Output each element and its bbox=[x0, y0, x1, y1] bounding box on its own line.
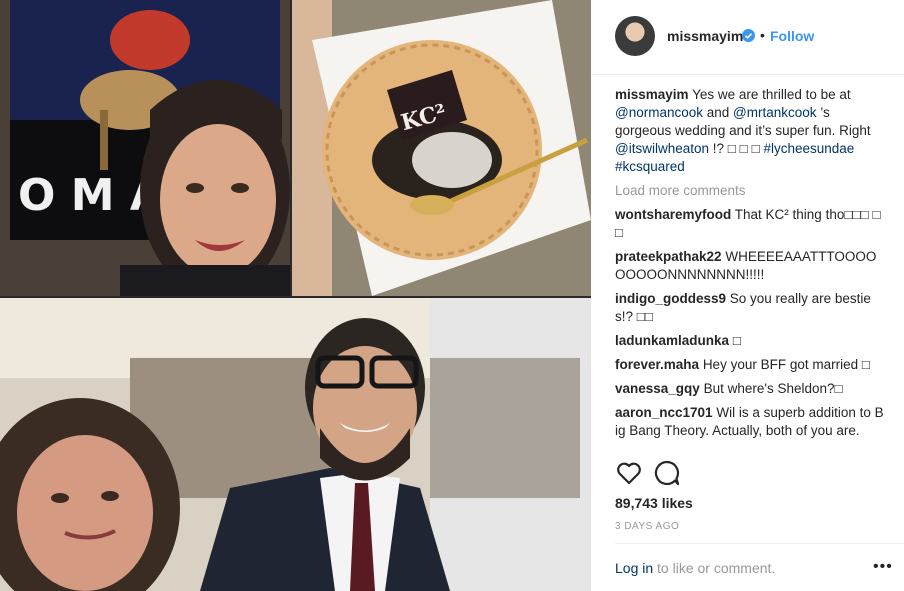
comment-item: aaron_ncc1701 Wil is a superb addition t… bbox=[615, 404, 885, 440]
comment-icon[interactable] bbox=[653, 459, 681, 487]
post-header: missmayim • Follow bbox=[591, 0, 904, 75]
comment-list[interactable]: missmayim Yes we are thrilled to be at @… bbox=[615, 86, 885, 454]
comment-item: vanessa_gqy But where's Sheldon?□ bbox=[615, 380, 885, 398]
photo-top-right: KC² bbox=[292, 0, 591, 296]
comment-item: prateekpathak22 WHEEEEAAATTTOOOOOOOOONNN… bbox=[615, 248, 885, 284]
mention-itswilwheaton[interactable]: @itswilwheaton bbox=[615, 141, 709, 156]
comment-item: indigo_goddess9 So you really are bestie… bbox=[615, 290, 885, 326]
header-username[interactable]: missmayim bbox=[667, 28, 743, 44]
login-link[interactable]: Log in bbox=[615, 560, 653, 576]
photo-bottom bbox=[0, 298, 591, 591]
post-timestamp[interactable]: 3 DAYS AGO bbox=[615, 521, 679, 532]
caption-text-2: and bbox=[703, 105, 734, 120]
comment-username[interactable]: ladunkamladunka bbox=[615, 333, 729, 348]
photo-top-left: O M A bbox=[0, 0, 290, 296]
comment-text: □ bbox=[732, 333, 741, 348]
comment-username[interactable]: aaron_ncc1701 bbox=[615, 405, 713, 420]
portrait-illustration: O M A bbox=[0, 0, 290, 296]
heart-icon[interactable] bbox=[615, 459, 643, 487]
comment-username[interactable]: prateekpathak22 bbox=[615, 249, 722, 264]
verified-badge-icon bbox=[742, 29, 755, 42]
follow-button[interactable]: Follow bbox=[770, 28, 814, 44]
avatar[interactable] bbox=[615, 16, 655, 56]
post-sidebar: missmayim • Follow missmayim Yes we are … bbox=[591, 0, 904, 591]
comment-item: forever.maha Hey your BFF got married □ bbox=[615, 356, 885, 374]
comment-item: ladunkamladunka □ bbox=[615, 332, 885, 350]
divider bbox=[615, 543, 904, 544]
post-caption: missmayim Yes we are thrilled to be at @… bbox=[615, 86, 885, 176]
caption-text-4: !? □ □ □ bbox=[709, 141, 764, 156]
dessert-illustration: KC² bbox=[292, 0, 591, 296]
post-actions bbox=[615, 459, 885, 489]
post-photo-collage[interactable]: O M A KC² bbox=[0, 0, 591, 591]
caption-text-1: Yes we are thrilled to be at bbox=[692, 87, 851, 102]
hashtag-kcsquared[interactable]: #kcsquared bbox=[615, 159, 685, 174]
comment-username[interactable]: forever.maha bbox=[615, 357, 699, 372]
load-more-comments-button[interactable]: Load more comments bbox=[615, 182, 885, 200]
selfie-illustration bbox=[0, 298, 591, 591]
caption-username[interactable]: missmayim bbox=[615, 87, 689, 102]
mention-normancook[interactable]: @normancook bbox=[615, 105, 703, 120]
comment-text: But where's Sheldon?□ bbox=[703, 381, 843, 396]
comment-text: Hey your BFF got married □ bbox=[702, 357, 871, 372]
more-options-icon[interactable]: ••• bbox=[873, 558, 893, 576]
comment-username[interactable]: wontsharemyfood bbox=[615, 207, 731, 222]
login-prompt: Log in to like or comment. bbox=[615, 560, 775, 576]
comment-item: wontsharemyfood That KC² thing tho□□□ □□ bbox=[615, 206, 885, 242]
comment-username[interactable]: indigo_goddess9 bbox=[615, 291, 726, 306]
header-separator: • bbox=[760, 27, 765, 43]
mention-mrtankcook[interactable]: @mrtankcook bbox=[733, 105, 816, 120]
login-text: to like or comment. bbox=[653, 560, 776, 576]
hashtag-lycheesundae[interactable]: #lycheesundae bbox=[763, 141, 854, 156]
likes-count[interactable]: 89,743 likes bbox=[615, 495, 693, 511]
comment-username[interactable]: vanessa_gqy bbox=[615, 381, 700, 396]
